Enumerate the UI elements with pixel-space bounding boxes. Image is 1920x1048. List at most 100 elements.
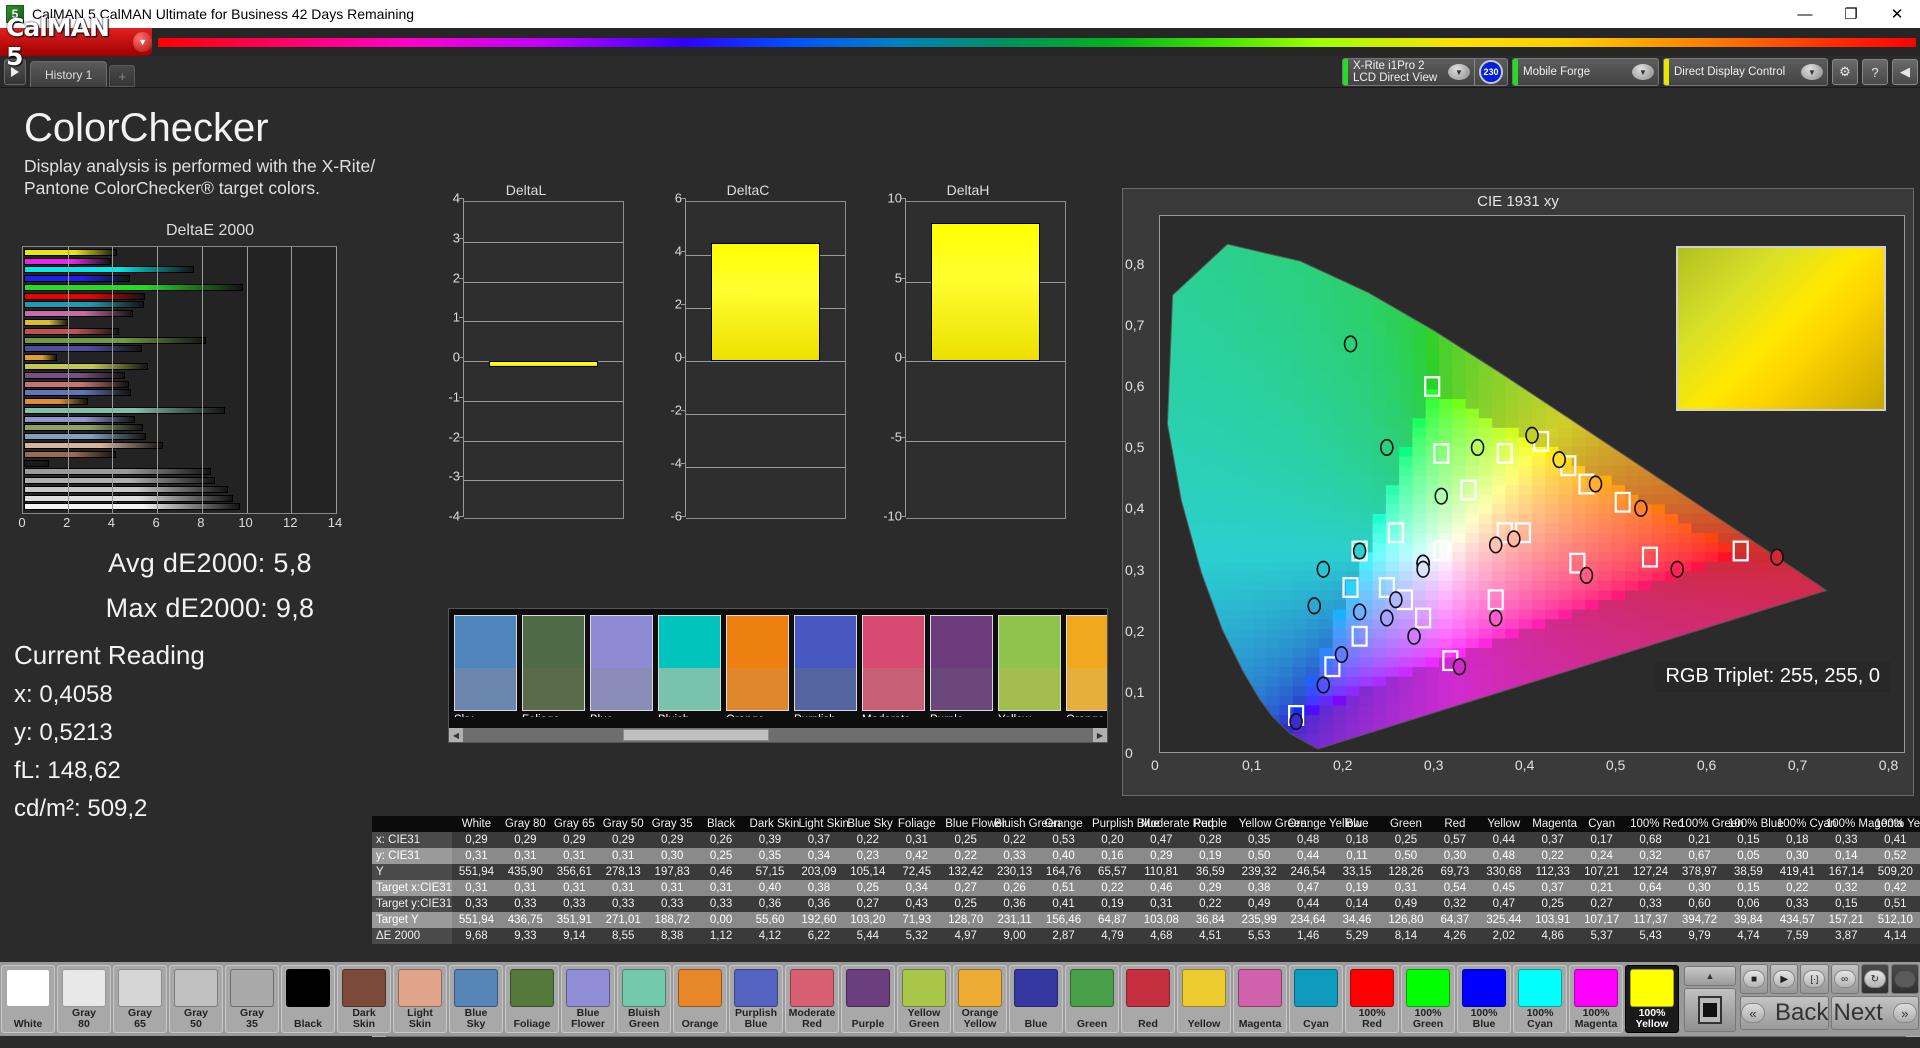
swatch-cell[interactable]: Orange (726, 615, 789, 717)
table-column-header[interactable]: White (452, 816, 501, 832)
pattern-swatch-button[interactable]: Black (281, 965, 335, 1033)
table-column-header[interactable]: 100% Green (1675, 816, 1744, 832)
table-column-header[interactable]: Cyan (1577, 816, 1627, 832)
table-column-header[interactable]: Magenta (1528, 816, 1578, 832)
refresh-button[interactable]: ↻ (1860, 964, 1889, 994)
swatch-cell[interactable]: Purple (930, 615, 993, 717)
swatch-cell[interactable]: YellowGreen (998, 615, 1061, 717)
pattern-swatch-button[interactable]: Blue Flower (561, 965, 615, 1033)
table-column-header[interactable]: Yellow (1479, 816, 1529, 832)
display-control-selector[interactable]: Direct Display Control ▼ (1663, 58, 1828, 86)
source-selector[interactable]: Mobile Forge ▼ (1512, 58, 1659, 86)
chevron-down-icon[interactable]: ▼ (1448, 64, 1470, 80)
pattern-swatch-button[interactable]: Light Skin (393, 965, 447, 1033)
pattern-swatch-button[interactable]: Purplish Blue (729, 965, 783, 1033)
stop-button[interactable]: ■ (1740, 964, 1769, 994)
swatch-cell[interactable]: Sky (454, 615, 517, 717)
table-column-header[interactable]: Red (1430, 816, 1480, 832)
table-column-header[interactable]: Moderate Red (1136, 816, 1214, 832)
table-column-header[interactable]: 100% Red (1626, 816, 1684, 832)
table-column-header[interactable]: Light Skin (794, 816, 849, 832)
pattern-swatch-button[interactable]: Gray 35 (225, 965, 279, 1033)
pattern-swatch-button[interactable]: 100% Yellow (1625, 965, 1679, 1033)
collapse-panel-button[interactable]: ◀ (1892, 59, 1918, 85)
pattern-swatch-button[interactable]: Bluish Green (617, 965, 671, 1033)
pattern-swatch-button[interactable]: Gray 80 (57, 965, 111, 1033)
pattern-window-button[interactable] (1684, 988, 1736, 1032)
pattern-swatch-button[interactable]: Yellow Green (897, 965, 951, 1033)
table-column-header[interactable]: Purplish Blue (1087, 816, 1160, 832)
table-column-header[interactable]: 100% Blue (1723, 816, 1784, 832)
pattern-swatch-button[interactable]: 100% Magenta (1569, 965, 1623, 1033)
pattern-swatch-button[interactable]: Blue Sky (449, 965, 503, 1033)
swatch-cell[interactable]: Foliage (522, 615, 585, 717)
pattern-swatch-button[interactable]: Orange Yellow (953, 965, 1007, 1033)
table-column-header[interactable]: 100% Magenta (1821, 816, 1903, 832)
chevron-down-icon[interactable]: ▼ (1632, 64, 1654, 80)
scroll-right-icon[interactable]: ▶ (1093, 728, 1107, 742)
table-column-header[interactable]: Dark Skin (745, 816, 799, 832)
pattern-swatch-button[interactable]: Yellow (1177, 965, 1231, 1033)
table-column-header[interactable]: Gray 65 (549, 816, 599, 832)
table-cell: 0,00 (696, 912, 746, 928)
table-column-header[interactable]: Purple (1185, 816, 1235, 832)
pattern-swatch-button[interactable]: Red (1121, 965, 1175, 1033)
table-column-header[interactable]: Orange Yellow (1283, 816, 1362, 832)
chevron-down-icon[interactable]: ▼ (133, 32, 152, 52)
swatch-cell[interactable]: BlueFlower (590, 615, 653, 717)
swatch-cell[interactable]: OrangeYellow (1066, 615, 1107, 717)
play-button[interactable]: ▶ (1770, 964, 1799, 994)
chevron-down-icon[interactable]: ▼ (1801, 64, 1823, 80)
table-column-header[interactable]: 100% Yellow (1870, 816, 1920, 832)
range-button[interactable]: [·] (1800, 964, 1829, 994)
pattern-swatch-button[interactable]: Orange (673, 965, 727, 1033)
settings-button[interactable]: ⚙ (1832, 59, 1858, 85)
table-column-header[interactable]: Gray 50 (598, 816, 648, 832)
meter-selector[interactable]: X-Rite i1Pro 2 LCD Direct View ▼ 230 (1342, 58, 1508, 86)
calman-logo[interactable]: CalMAN 5 ▼ (0, 13, 152, 71)
pattern-swatch-button[interactable]: Gray 50 (169, 965, 223, 1033)
pattern-swatch-button[interactable]: Moderate Red (785, 965, 839, 1033)
pattern-swatch-button[interactable]: Foliage (505, 965, 559, 1033)
extra-button[interactable] (1890, 964, 1920, 994)
swatch-strip-scrollbar[interactable]: ◀ ▶ (449, 728, 1107, 742)
pattern-swatch-button[interactable]: 100% Cyan (1513, 965, 1567, 1033)
scroll-track[interactable] (463, 728, 1093, 742)
pattern-swatch-button[interactable]: White (1, 965, 55, 1033)
table-column-header[interactable]: Blue Flower (941, 816, 1006, 832)
help-button[interactable]: ? (1862, 59, 1888, 85)
table-column-header[interactable]: Green (1381, 816, 1431, 832)
cie-chromaticity-plot[interactable]: RGB Triplet: 255, 255, 0 (1159, 215, 1905, 753)
back-button[interactable]: « Back (1740, 996, 1830, 1030)
pattern-swatch-button[interactable]: 100% Green (1401, 965, 1455, 1033)
table-column-header[interactable]: Orange (1039, 816, 1088, 832)
pattern-swatch-button[interactable]: Green (1065, 965, 1119, 1033)
table-column-header[interactable]: Gray 80 (500, 816, 550, 832)
table-column-header[interactable]: Gray 35 (647, 816, 697, 832)
maximize-button[interactable]: ❐ (1828, 0, 1874, 28)
swatch-cell[interactable]: PurplishBlue (794, 615, 857, 717)
swatch-cell[interactable]: ModerateRed (862, 615, 925, 717)
pattern-swatch-button[interactable]: 100% Blue (1457, 965, 1511, 1033)
swatch-cell[interactable]: BluishGreen (658, 615, 721, 717)
pattern-swatch-button[interactable]: Magenta (1233, 965, 1287, 1033)
table-column-header[interactable]: 100% Cyan (1772, 816, 1836, 832)
next-button[interactable]: Next » (1831, 996, 1919, 1030)
pattern-swatch-button[interactable]: Cyan (1289, 965, 1343, 1033)
continuous-button[interactable]: ∞ (1830, 964, 1859, 994)
table-column-header[interactable]: Bluish Green (990, 816, 1061, 832)
table-column-header[interactable]: Black (696, 816, 746, 832)
pattern-swatch-button[interactable]: Purple (841, 965, 895, 1033)
table-column-header[interactable]: Blue Sky (843, 816, 893, 832)
pattern-swatch-button[interactable]: Dark Skin (337, 965, 391, 1033)
pattern-swatch-button[interactable]: Blue (1009, 965, 1063, 1033)
expand-up-button[interactable]: ▲ (1684, 966, 1736, 986)
minimize-button[interactable]: — (1782, 0, 1828, 28)
pattern-swatch-button[interactable]: 100% Red (1345, 965, 1399, 1033)
close-button[interactable]: ✕ (1874, 0, 1920, 28)
table-column-header[interactable]: Yellow Green (1234, 816, 1307, 832)
scroll-thumb[interactable] (623, 729, 769, 741)
scroll-left-icon[interactable]: ◀ (449, 728, 463, 742)
pattern-swatch-button[interactable]: Gray 65 (113, 965, 167, 1033)
table-column-header[interactable]: Foliage (892, 816, 942, 832)
